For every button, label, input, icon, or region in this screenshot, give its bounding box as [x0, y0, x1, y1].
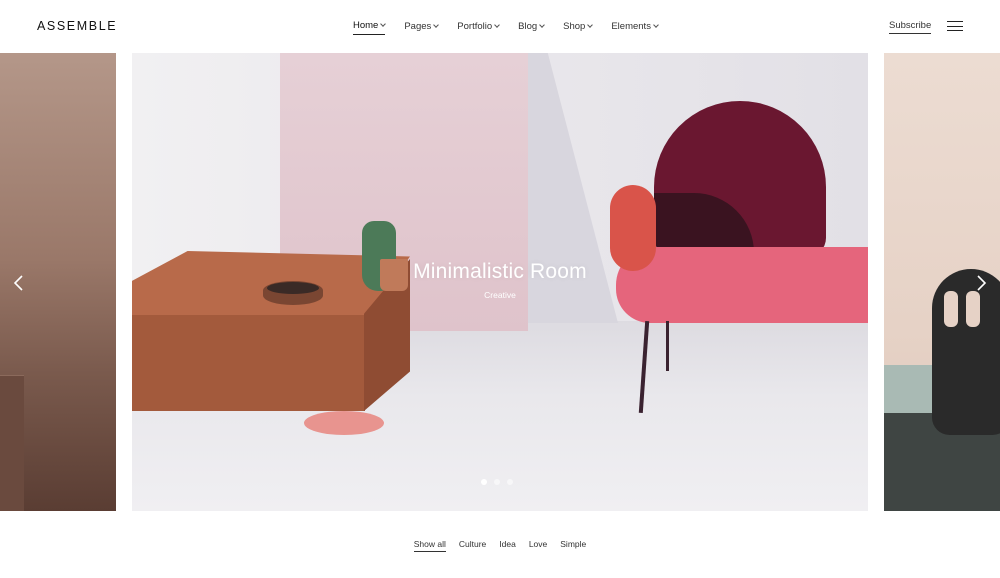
filter-love[interactable]: Love [529, 539, 547, 552]
nav-item-pages[interactable]: Pages [404, 20, 440, 35]
slide-title[interactable]: Minimalistic Room [132, 260, 868, 284]
chevron-down-icon [653, 21, 659, 28]
chevron-down-icon [433, 21, 440, 28]
subscribe-link[interactable]: Subscribe [889, 20, 932, 34]
nav-item-label: Home [353, 20, 379, 31]
filter-idea[interactable]: Idea [499, 539, 516, 552]
slide-caption: Minimalistic Room Creative [132, 260, 868, 300]
scene-pink-disc [304, 411, 384, 435]
nav-item-label: Pages [404, 20, 432, 32]
hamburger-icon[interactable] [947, 21, 963, 32]
slider-dot-1[interactable] [481, 479, 487, 485]
filter-culture[interactable]: Culture [459, 539, 486, 552]
chevron-down-icon [380, 21, 387, 27]
portfolio-filters: Show all Culture Idea Love Simple [0, 539, 1000, 552]
slide-image-vase-hole [944, 291, 958, 327]
main-nav: Home Pages Portfolio Blog Shop Elements [353, 20, 677, 35]
nav-item-portfolio[interactable]: Portfolio [457, 20, 500, 35]
nav-item-elements[interactable]: Elements [611, 20, 659, 35]
nav-item-blog[interactable]: Blog [518, 20, 545, 35]
slider-pagination [481, 479, 513, 485]
nav-item-label: Shop [563, 20, 586, 32]
scene-box-front [132, 315, 365, 411]
logo[interactable]: ASSEMBLE [37, 19, 117, 33]
chevron-right-icon[interactable] [974, 274, 988, 292]
chevron-down-icon [539, 21, 545, 28]
nav-item-home[interactable]: Home [353, 20, 387, 35]
filter-show-all[interactable]: Show all [413, 539, 446, 552]
slide-image-shelf [0, 375, 24, 511]
site-header: ASSEMBLE Home Pages Portfolio Blog Shop … [0, 0, 1000, 53]
slider-dot-2[interactable] [494, 479, 500, 485]
filter-simple[interactable]: Simple [560, 539, 586, 552]
chevron-down-icon [587, 21, 594, 28]
scene-chair-leg [666, 321, 669, 371]
nav-item-shop[interactable]: Shop [563, 20, 594, 35]
scene-cushion [610, 185, 656, 271]
nav-item-label: Blog [518, 20, 538, 32]
slide-image-vase-hole [966, 291, 980, 327]
slider-dot-3[interactable] [507, 479, 513, 485]
nav-item-label: Elements [611, 20, 651, 32]
slide-category[interactable]: Creative [132, 290, 868, 300]
nav-item-label: Portfolio [457, 20, 493, 32]
chevron-left-icon[interactable] [12, 274, 26, 292]
chevron-down-icon [494, 21, 500, 28]
slide-active[interactable]: Minimalistic Room Creative [132, 53, 868, 511]
